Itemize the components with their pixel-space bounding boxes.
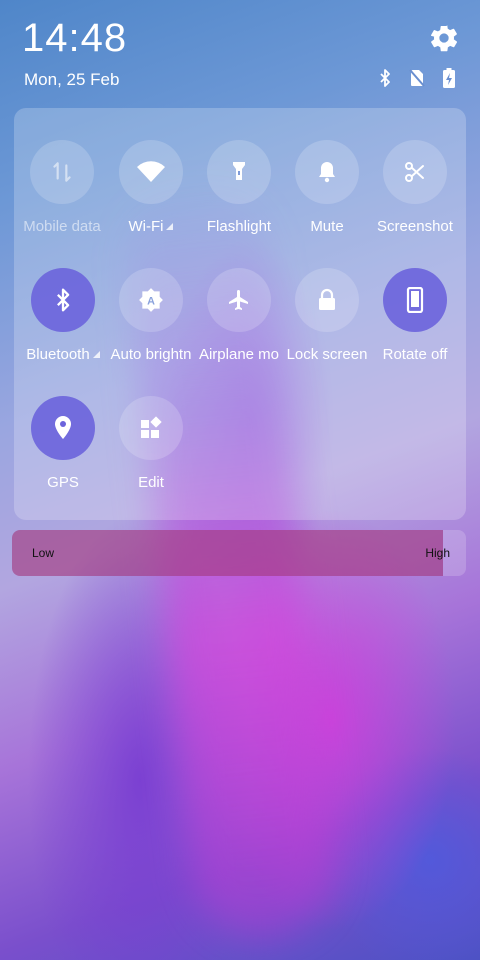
bluetooth-icon <box>57 288 70 312</box>
tile-gps[interactable]: GPS <box>15 396 111 491</box>
no-sim-icon <box>408 68 426 88</box>
tile-airplane[interactable]: Airplane mo <box>191 268 287 363</box>
battery-charging-icon <box>440 68 458 88</box>
scissors-icon <box>405 162 424 182</box>
submenu-indicator-icon <box>92 351 100 358</box>
submenu-indicator-icon <box>166 223 174 230</box>
tile-rotate[interactable]: Rotate off <box>367 268 463 363</box>
tile-mobile-data-button[interactable] <box>30 140 94 204</box>
settings-gear-icon[interactable] <box>428 22 460 54</box>
tile-flashlight-button[interactable] <box>207 140 271 204</box>
flashlight-icon <box>233 162 245 180</box>
tile-gps-button[interactable] <box>31 396 95 460</box>
tile-lock-screen[interactable]: Lock screen <box>279 268 375 363</box>
bluetooth-icon <box>376 68 394 88</box>
airplane-icon <box>229 290 248 310</box>
tile-label: Airplane mo <box>198 346 280 363</box>
tile-lock-screen-button[interactable] <box>295 268 359 332</box>
tile-label: Lock screen <box>286 346 368 363</box>
tile-wifi-button[interactable] <box>119 140 183 204</box>
tile-bluetooth-button[interactable] <box>31 268 95 332</box>
tile-label: Bluetooth <box>26 346 90 363</box>
wifi-icon <box>137 161 165 182</box>
tile-screenshot-button[interactable] <box>383 140 447 204</box>
mobile-data-icon <box>53 162 71 182</box>
lock-icon <box>319 288 335 310</box>
tile-bluetooth[interactable]: Bluetooth <box>15 268 111 363</box>
quick-settings-panel: Mobile data Wi-Fi Flashlight Mute Screen… <box>14 108 466 520</box>
tile-label: Mute <box>310 218 344 235</box>
tile-label: Auto brightn <box>110 346 192 363</box>
tile-edit-button[interactable] <box>119 396 183 460</box>
tile-auto-brightness[interactable]: A Auto brightn <box>103 268 199 363</box>
status-icons <box>376 68 458 88</box>
brightness-low-label: Low <box>32 546 55 560</box>
phone-rotate-icon <box>406 287 424 313</box>
tile-label: Edit <box>138 474 164 491</box>
tile-label: Wi-Fi <box>128 218 164 235</box>
edit-grid-icon <box>141 416 162 438</box>
tile-mobile-data[interactable]: Mobile data <box>14 140 110 235</box>
tile-screenshot[interactable]: Screenshot <box>367 140 463 235</box>
tile-edit[interactable]: Edit <box>103 396 199 491</box>
tile-label: GPS <box>47 474 79 491</box>
brightness-slider[interactable]: Low High <box>12 530 466 576</box>
auto-brightness-icon: A <box>139 288 163 312</box>
tile-auto-brightness-button[interactable]: A <box>119 268 183 332</box>
tile-flashlight[interactable]: Flashlight <box>191 140 287 235</box>
tile-rotate-button[interactable] <box>383 268 447 332</box>
bell-icon <box>319 162 335 183</box>
tile-mute-button[interactable] <box>295 140 359 204</box>
clock-time: 14:48 <box>22 16 128 60</box>
date-text: Mon, 25 Feb <box>24 70 120 89</box>
tile-label: Rotate off <box>382 346 448 363</box>
tile-label: Screenshot <box>377 218 453 235</box>
brightness-high-label: High <box>425 546 450 560</box>
svg-text:A: A <box>147 295 155 307</box>
location-pin-icon <box>55 416 71 439</box>
tile-mute[interactable]: Mute <box>279 140 375 235</box>
tile-label: Flashlight <box>206 218 272 235</box>
tile-airplane-button[interactable] <box>207 268 271 332</box>
tile-wifi[interactable]: Wi-Fi <box>103 140 199 235</box>
brightness-slider-fill <box>12 530 443 576</box>
tile-label: Mobile data <box>23 218 101 235</box>
